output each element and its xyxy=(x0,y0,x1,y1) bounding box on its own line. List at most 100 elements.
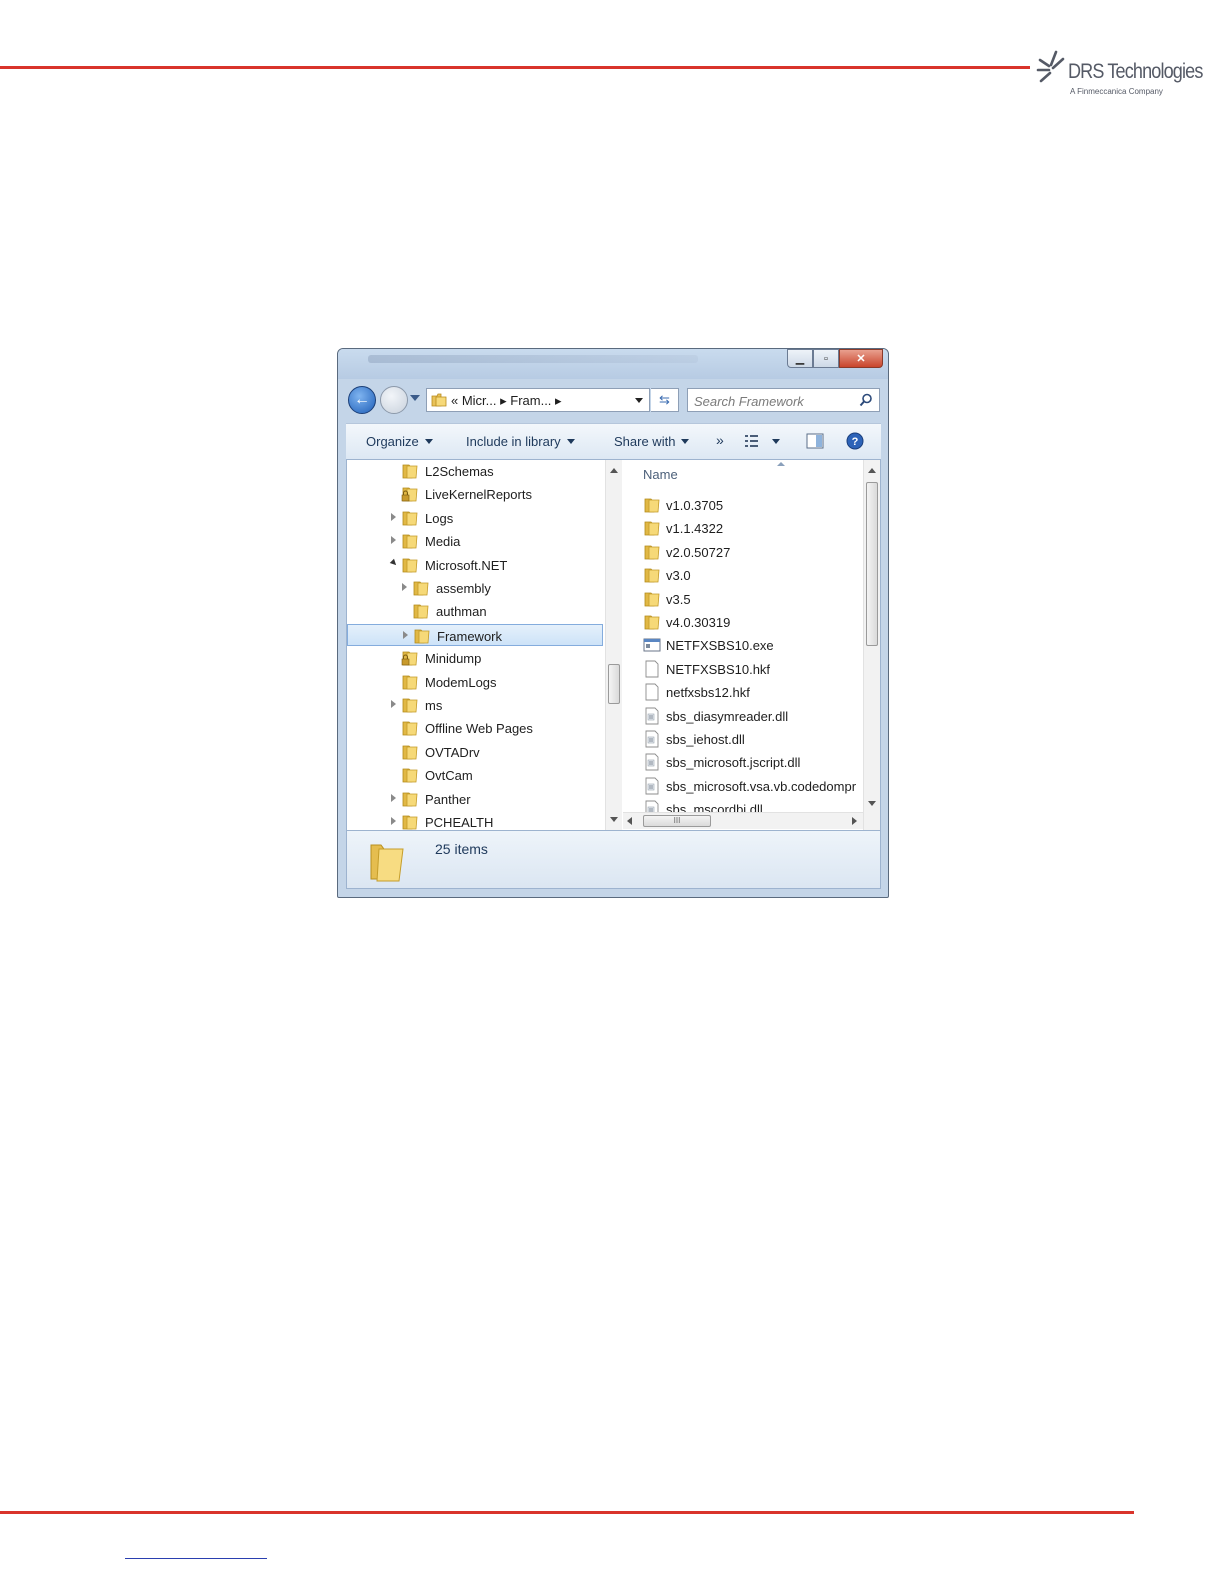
file-name: sbs_iehost.dll xyxy=(666,732,745,747)
nav-tree-item[interactable]: Minidump xyxy=(347,647,603,669)
nav-tree-label: Framework xyxy=(437,628,503,644)
footer-link-underline[interactable] xyxy=(125,1558,267,1559)
file-list-horizontal-scrollbar[interactable]: III xyxy=(623,812,863,829)
collapsed-arrow-icon[interactable] xyxy=(391,817,396,825)
collapsed-arrow-icon[interactable] xyxy=(391,700,396,708)
nav-tree-item[interactable]: Offline Web Pages xyxy=(347,717,603,739)
file-list-item[interactable]: v2.0.50727 xyxy=(643,541,863,563)
scroll-down-icon[interactable] xyxy=(610,817,618,822)
file-list-item[interactable]: netfxsbs12.hkf xyxy=(643,681,863,703)
nav-tree-label: Minidump xyxy=(425,651,482,667)
item-count: 25 items xyxy=(435,841,488,857)
address-path[interactable]: « Micr... ▸ Fram... ▸ xyxy=(451,393,562,409)
scroll-right-icon[interactable] xyxy=(852,817,857,825)
file-list-scroll-thumb[interactable] xyxy=(866,482,878,646)
expanded-arrow-icon[interactable] xyxy=(389,558,399,567)
collapsed-arrow-icon[interactable] xyxy=(402,583,407,591)
search-input[interactable] xyxy=(692,391,856,411)
nav-tree-item[interactable]: Framework xyxy=(347,623,603,646)
file-list-item[interactable]: v1.1.4322 xyxy=(643,517,863,539)
refresh-button[interactable]: ⇆ xyxy=(651,388,679,412)
folder-icon xyxy=(431,393,447,407)
collapsed-arrow-icon[interactable] xyxy=(391,536,396,545)
scroll-left-icon[interactable] xyxy=(627,817,632,825)
nav-tree-item[interactable]: ms xyxy=(347,694,603,716)
collapsed-arrow-icon[interactable] xyxy=(403,630,408,639)
nav-tree-item[interactable]: ModemLogs xyxy=(347,671,603,693)
footer-rule xyxy=(0,1511,1134,1514)
file-list-scrollbar[interactable] xyxy=(863,460,880,830)
search-box[interactable] xyxy=(687,388,880,412)
recent-pages-dropdown[interactable] xyxy=(410,395,420,401)
scroll-up-icon[interactable] xyxy=(868,468,876,473)
file-list-item[interactable]: NETFXSBS10.hkf xyxy=(643,658,863,680)
file-list-item[interactable]: v4.0.30319 xyxy=(643,611,863,633)
nav-tree-item[interactable]: OVTADrv xyxy=(347,741,603,763)
navigation-pane-scrollbar[interactable] xyxy=(605,460,622,830)
close-button[interactable]: ✕ xyxy=(839,349,883,368)
folder-icon xyxy=(401,509,419,530)
nav-tree-item[interactable]: Logs xyxy=(347,507,603,529)
logo-subtitle: A Finmeccanica Company xyxy=(1070,87,1163,96)
chevron-down-icon xyxy=(424,439,433,444)
help-icon[interactable]: ? xyxy=(846,432,864,450)
nav-tree-item[interactable]: authman xyxy=(347,600,603,622)
preview-pane-icon[interactable] xyxy=(806,433,824,449)
sort-ascending-icon xyxy=(777,462,785,466)
nav-tree-item[interactable]: PCHEALTH xyxy=(347,811,603,830)
file-list-item[interactable]: NETFXSBS10.exe xyxy=(643,634,863,656)
dll-file-icon xyxy=(643,730,661,751)
folder-icon xyxy=(401,766,419,787)
nav-tree-item[interactable]: LiveKernelReports xyxy=(347,483,603,505)
navigation-scroll-thumb[interactable] xyxy=(608,664,620,704)
more-commands-button[interactable]: » xyxy=(716,432,724,448)
explorer-window: ▁ ▫ ✕ ← « Micr... ▸ Fram... ▸ ⇆ Organize xyxy=(337,348,889,898)
nav-tree-label: Microsoft.NET xyxy=(425,557,508,573)
command-bar: Organize Include in library Share with »… xyxy=(346,423,881,459)
file-list-item[interactable]: sbs_iehost.dll xyxy=(643,728,863,750)
maximize-button[interactable]: ▫ xyxy=(813,349,839,368)
address-dropdown-icon[interactable] xyxy=(635,398,643,403)
collapsed-arrow-icon[interactable] xyxy=(391,512,396,521)
nav-tree-item[interactable]: assembly xyxy=(347,577,603,599)
share-with-button[interactable]: Share with xyxy=(614,434,690,449)
file-name: NETFXSBS10.exe xyxy=(666,638,774,654)
nav-tree-item[interactable]: OvtCam xyxy=(347,764,603,786)
organize-button[interactable]: Organize xyxy=(366,434,433,449)
address-bar[interactable]: « Micr... ▸ Fram... ▸ xyxy=(426,388,650,412)
horizontal-scroll-thumb[interactable]: III xyxy=(643,815,711,827)
folder-icon xyxy=(643,566,661,587)
file-list-item[interactable]: v3.5 xyxy=(643,588,863,610)
scroll-down-icon[interactable] xyxy=(868,801,876,806)
folder-icon xyxy=(401,719,419,740)
include-in-library-label: Include in library xyxy=(466,434,561,449)
file-name: v3.0 xyxy=(666,568,691,584)
forward-button[interactable] xyxy=(380,386,408,414)
file-list-item[interactable]: sbs_microsoft.vsa.vb.codedompr xyxy=(643,775,863,797)
file-list-item[interactable]: v3.0 xyxy=(643,564,863,586)
minimize-button[interactable]: ▁ xyxy=(787,349,813,368)
file-list-item[interactable]: sbs_microsoft.jscript.dll xyxy=(643,751,863,773)
folder-icon xyxy=(643,590,661,611)
back-button[interactable]: ← xyxy=(348,386,376,414)
nav-tree-label: Offline Web Pages xyxy=(425,721,533,737)
navigation-row: ← « Micr... ▸ Fram... ▸ ⇆ xyxy=(338,379,888,421)
file-list-item[interactable]: v1.0.3705 xyxy=(643,494,863,516)
back-arrow-icon: ← xyxy=(354,391,370,408)
nav-tree-item[interactable]: Panther xyxy=(347,788,603,810)
folder-icon xyxy=(643,519,661,540)
nav-tree-label: OvtCam xyxy=(425,768,473,784)
scroll-up-icon[interactable] xyxy=(610,468,618,473)
search-icon[interactable] xyxy=(859,393,873,407)
view-options-icon[interactable] xyxy=(744,433,784,449)
nav-tree-item[interactable]: Media xyxy=(347,530,603,552)
logo-name: DRS Technologies xyxy=(1068,60,1203,83)
collapsed-arrow-icon[interactable] xyxy=(391,793,396,802)
nav-tree-label: Media xyxy=(425,534,461,550)
nav-tree-item[interactable]: Microsoft.NET xyxy=(347,554,603,576)
file-list-item[interactable]: sbs_diasymreader.dll xyxy=(643,705,863,727)
column-header-name[interactable]: Name xyxy=(623,460,863,488)
include-in-library-button[interactable]: Include in library xyxy=(466,434,575,449)
nav-tree-item[interactable]: L2Schemas xyxy=(347,460,603,482)
nav-tree-label: Logs xyxy=(425,510,454,526)
